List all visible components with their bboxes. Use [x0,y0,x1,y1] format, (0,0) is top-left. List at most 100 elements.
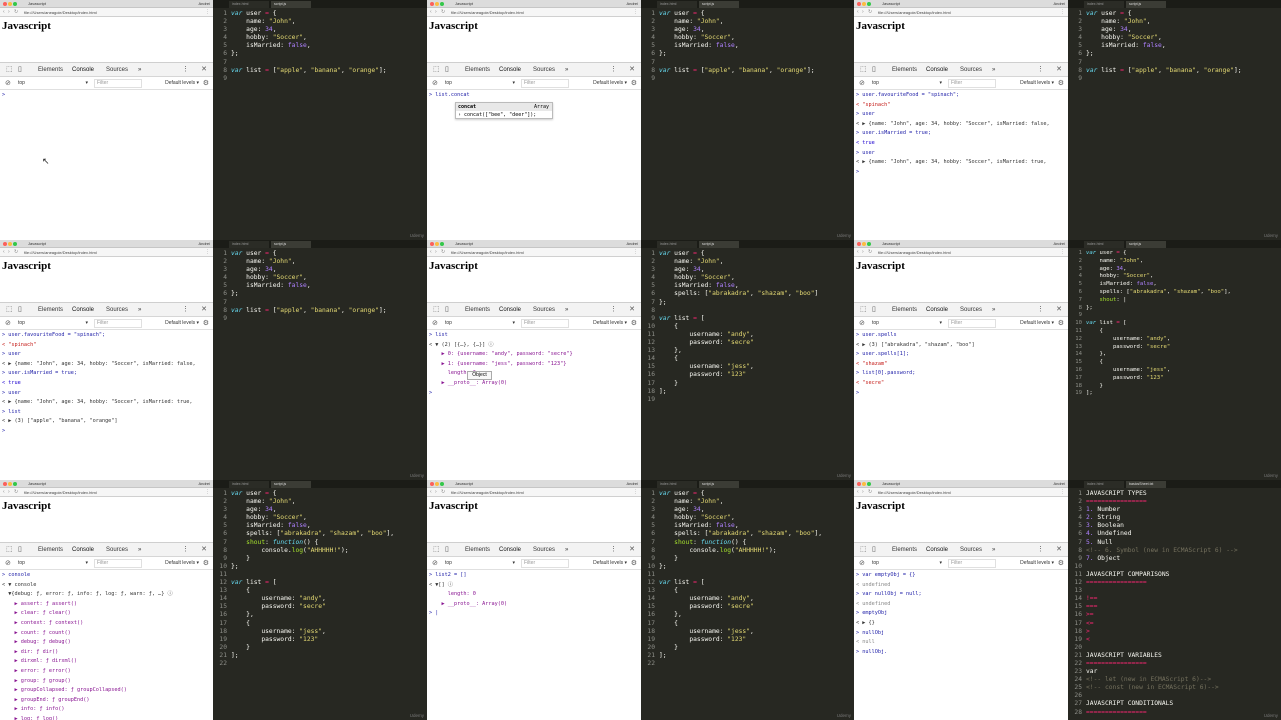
settings-gear-icon[interactable]: ⚙ [1058,557,1064,570]
browser-tab-title[interactable]: Javascript [28,0,46,8]
url-text[interactable]: file:///Users/aneagoie/Desktop/index.htm… [24,8,97,17]
levels-select[interactable]: Default levels ▾ [165,559,199,568]
inspect-icon[interactable]: ⬚ [860,543,867,557]
close-devtools-icon[interactable]: ✕ [201,543,207,557]
context-select[interactable]: top ▾ [872,79,942,88]
tab-elements[interactable]: Elements [38,63,63,77]
code-area[interactable]: 1 var user = {2 name: "John", 3 age: 34, 4 … [217,10,425,83]
console-output[interactable]: > [0,91,213,240]
tab-console[interactable]: Console [926,303,949,318]
close-dot-icon[interactable] [3,2,7,6]
menu-icon[interactable]: ⋮ [1060,488,1065,497]
clear-console-icon[interactable]: ⊘ [5,77,11,90]
editor-tab-script[interactable]: script.js [699,481,739,488]
inspect-icon[interactable]: ⬚ [433,303,440,317]
url-text[interactable]: file:///Users/aneagoie/Desktop/index.htm… [878,488,951,497]
autocomplete-item[interactable]: concat Array [456,103,552,111]
filter-input[interactable]: Filter [521,319,569,328]
more-tabs-button[interactable]: » [992,543,995,557]
tab-elements[interactable]: Elements [465,303,490,317]
editor-tab-index[interactable]: index.html [1084,481,1124,488]
more-tabs-button[interactable]: » [992,303,995,317]
browser-tab-title[interactable]: Javascript [455,240,473,248]
menu-icon[interactable]: ⋮ [205,248,210,257]
tab-console[interactable]: Console [72,303,95,318]
context-select[interactable]: top ▾ [445,79,515,88]
editor-tab-index[interactable]: index.html [1084,1,1124,8]
editor-tab-script[interactable]: script.js [699,241,739,248]
context-select[interactable]: top ▾ [18,559,88,568]
tab-console[interactable]: Console [72,63,95,78]
profile-name[interactable]: Andrei [626,240,638,248]
inspect-icon[interactable]: ⬚ [860,303,867,317]
devtools-menu-icon[interactable]: ⋮ [1037,63,1044,77]
close-dot-icon[interactable] [430,482,434,486]
tab-sources[interactable]: Sources [106,303,128,317]
more-tabs-button[interactable]: » [138,303,141,317]
console-output[interactable]: > user.favouriteFood = "spinach"; < "spin… [0,331,213,480]
minimize-dot-icon[interactable] [435,2,439,6]
devtools-menu-icon[interactable]: ⋮ [610,303,617,317]
back-icon[interactable]: ‹ [430,488,432,497]
devtools-menu-icon[interactable]: ⋮ [610,543,617,557]
back-icon[interactable]: ‹ [3,8,5,17]
tab-sources[interactable]: Sources [960,63,982,77]
inspect-icon[interactable]: ⬚ [6,543,13,557]
code-area[interactable]: 1 var user = {2 name: "John", 3 age: 34, 4 … [1072,250,1279,398]
console-output[interactable]: > user.spells < ▶ (3) ["abrakadra", "shaz… [854,331,1068,480]
inspect-icon[interactable]: ⬚ [433,63,440,77]
device-toolbar-icon[interactable]: ▯ [445,543,449,557]
tab-console[interactable]: Console [926,543,949,558]
browser-tab-title[interactable]: Javascript [455,480,473,488]
maximize-dot-icon[interactable] [13,242,17,246]
browser-tab-title[interactable]: Javascript [882,240,900,248]
tab-sources[interactable]: Sources [106,63,128,77]
device-toolbar-icon[interactable]: ▯ [18,63,22,77]
address-bar[interactable]: ‹ › ↻ file:///Users/aneagoie/Desktop/ind… [854,8,1068,17]
settings-gear-icon[interactable]: ⚙ [631,317,637,330]
url-text[interactable]: file:///Users/aneagoie/Desktop/index.htm… [878,248,951,257]
profile-name[interactable]: Andrei [198,480,210,488]
editor-tab-index[interactable]: index.html [657,1,697,8]
forward-icon[interactable]: › [435,488,437,497]
maximize-dot-icon[interactable] [13,482,17,486]
address-bar[interactable]: ‹ › ↻ file:///Users/aneagoie/Desktop/ind… [0,488,213,497]
address-bar[interactable]: ‹ › ↻ file:///Users/aneagoie/Desktop/ind… [854,488,1068,497]
inspect-icon[interactable]: ⬚ [433,543,440,557]
browser-tab-title[interactable]: Javascript [28,480,46,488]
editor-tab-script[interactable]: script.js [271,1,311,8]
devtools-menu-icon[interactable]: ⋮ [1037,543,1044,557]
settings-gear-icon[interactable]: ⚙ [1058,317,1064,330]
back-icon[interactable]: ‹ [3,248,5,257]
devtools-menu-icon[interactable]: ⋮ [1037,303,1044,317]
settings-gear-icon[interactable]: ⚙ [203,317,209,330]
clear-console-icon[interactable]: ⊘ [859,557,865,570]
minimize-dot-icon[interactable] [435,482,439,486]
tab-elements[interactable]: Elements [465,543,490,557]
console-output[interactable]: > console < ▼ console ▼{debug: ƒ, error: … [0,571,213,720]
menu-icon[interactable]: ⋮ [205,8,210,17]
editor-tab-index[interactable]: index.html [229,241,269,248]
tab-elements[interactable]: Elements [38,303,63,317]
reload-icon[interactable]: ↻ [441,8,445,17]
filter-input[interactable]: Filter [521,79,569,88]
console-output[interactable]: > list2 = [] < ▼[] ⓘ length: 0 ▶ __proto_… [427,571,641,720]
editor-tab-script[interactable]: script.js [271,241,311,248]
minimize-dot-icon[interactable] [435,242,439,246]
editor-tab-index[interactable]: index.html [1084,241,1124,248]
more-tabs-button[interactable]: » [565,303,568,317]
back-icon[interactable]: ‹ [3,488,5,497]
menu-icon[interactable]: ⋮ [633,248,638,257]
close-devtools-icon[interactable]: ✕ [629,543,635,557]
tab-console[interactable]: Console [926,63,949,78]
menu-icon[interactable]: ⋮ [205,488,210,497]
tab-console[interactable]: Console [72,543,95,558]
settings-gear-icon[interactable]: ⚙ [203,557,209,570]
settings-gear-icon[interactable]: ⚙ [631,77,637,90]
editor-tab-script[interactable]: script.js [699,1,739,8]
device-toolbar-icon[interactable]: ▯ [872,63,876,77]
address-bar[interactable]: ‹ › ↻ file:///Users/aneagoie/Desktop/ind… [427,488,641,497]
back-icon[interactable]: ‹ [857,8,859,17]
close-devtools-icon[interactable]: ✕ [201,63,207,77]
close-dot-icon[interactable] [430,2,434,6]
